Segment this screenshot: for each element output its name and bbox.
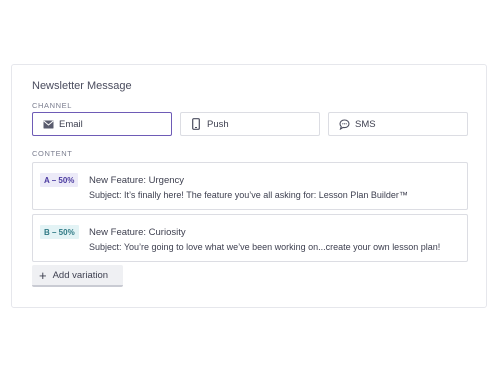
chat-bubble-icon (338, 118, 350, 130)
variation-card-b[interactable]: B – 50% New Feature: Curiosity Subject: … (32, 214, 468, 262)
variation-subject: Subject: You’re going to love what we’ve… (89, 242, 441, 252)
variation-title: New Feature: Curiosity (89, 226, 186, 238)
variation-badge: A – 50% (40, 173, 79, 187)
phone-icon (190, 118, 202, 130)
add-variation-label: Add variation (52, 269, 109, 281)
add-variation-button[interactable]: + Add variation (32, 265, 123, 287)
card-title: Newsletter Message (32, 80, 132, 92)
variation-subject: Subject: It’s finally here! The feature … (89, 190, 408, 200)
mail-icon (42, 118, 54, 130)
plus-icon: + (39, 267, 47, 283)
content-section-label: CONTENT (32, 149, 73, 158)
variation-badge: B – 50% (40, 225, 79, 239)
channel-option-label: SMS (355, 118, 376, 130)
newsletter-message-card: Newsletter Message CHANNEL Email Push SM… (11, 64, 487, 308)
channel-section-label: CHANNEL (32, 101, 73, 110)
channel-option-label: Email (59, 118, 83, 130)
channel-option-label: Push (207, 118, 229, 130)
variation-title: New Feature: Urgency (89, 174, 185, 186)
variation-card-a[interactable]: A – 50% New Feature: Urgency Subject: It… (32, 162, 468, 210)
channel-option-sms[interactable]: SMS (328, 112, 468, 136)
channel-option-push[interactable]: Push (180, 112, 320, 136)
channel-option-email[interactable]: Email (32, 112, 172, 136)
channel-selector: Email Push SMS (32, 112, 468, 136)
